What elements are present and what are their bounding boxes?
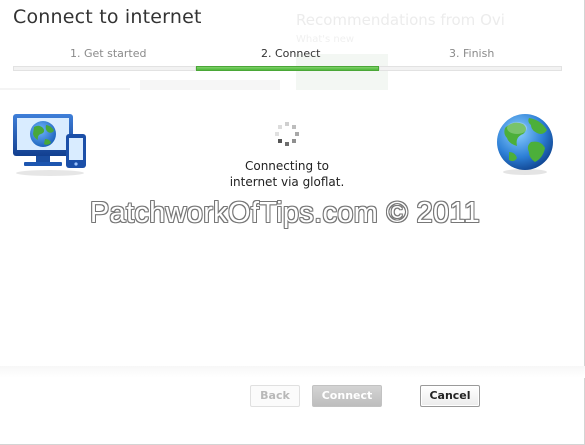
step-1-bar <box>13 66 196 71</box>
globe-icon <box>493 112 557 176</box>
connection-status: Connecting to internet via gloflat. <box>187 158 387 190</box>
step-1-label: 1. Get started <box>70 47 147 60</box>
connect-button[interactable]: Connect <box>312 385 382 407</box>
step-2-bar <box>196 66 379 71</box>
connect-dialog: Recommendations from Ovi What's new Conn… <box>0 0 585 445</box>
dialog-title: Connect to internet <box>13 6 202 28</box>
loading-spinner-icon <box>272 120 302 150</box>
back-button[interactable]: Back <box>250 385 300 407</box>
footer-divider <box>0 366 585 378</box>
background-ghost-subheading: What's new <box>296 34 355 45</box>
background-ghost-line <box>0 88 130 90</box>
step-3-bar <box>379 66 562 71</box>
watermark-text: PatchworkOfTips.com © 2011 <box>89 197 481 229</box>
wizard-steps: 1. Get started 2. Connect 3. Finish <box>13 46 562 72</box>
step-3-label: 3. Finish <box>449 47 495 60</box>
status-line-1: Connecting to <box>244 159 330 173</box>
background-ghost-block <box>140 80 280 90</box>
cancel-button[interactable]: Cancel <box>420 385 480 407</box>
background-ghost-heading: Recommendations from Ovi <box>296 11 505 29</box>
status-line-2: internet via gloflat. <box>229 175 345 189</box>
computer-phone-icon <box>12 112 88 178</box>
step-2-label: 2. Connect <box>261 47 321 60</box>
